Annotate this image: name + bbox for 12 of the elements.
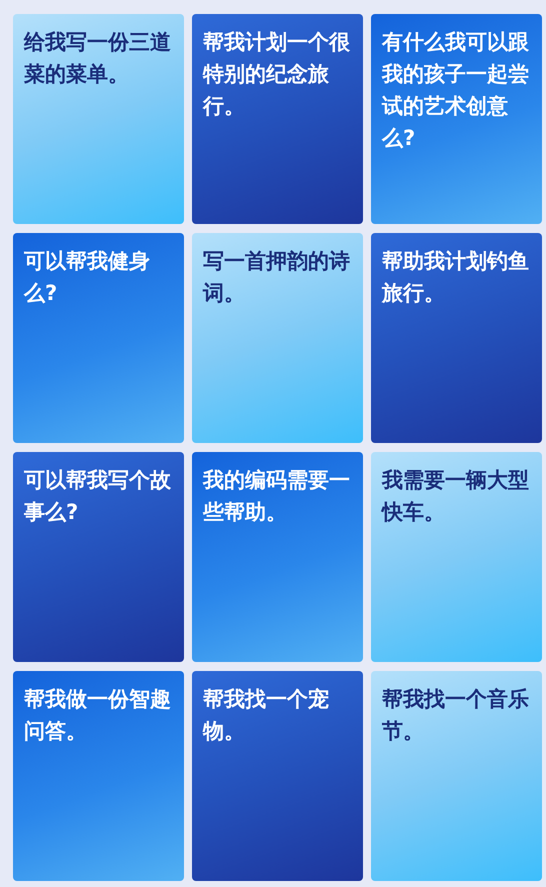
prompt-card[interactable]: 帮我找一个音乐节。 xyxy=(371,671,542,881)
prompt-card[interactable]: 可以帮我健身么? xyxy=(13,233,184,443)
prompt-card[interactable]: 帮我计划一个很特别的纪念旅行。 xyxy=(192,14,363,224)
prompt-card[interactable]: 有什么我可以跟我的孩子一起尝试的艺术创意么? xyxy=(371,14,542,224)
prompt-card[interactable]: 帮我找一个宠物。 xyxy=(192,671,363,881)
prompt-card[interactable]: 我的编码需要一些帮助。 xyxy=(192,452,363,662)
prompt-card[interactable]: 我需要一辆大型快车。 xyxy=(371,452,542,662)
prompt-card[interactable]: 写一首押韵的诗词。 xyxy=(192,233,363,443)
prompt-card[interactable]: 帮助我计划钓鱼旅行。 xyxy=(371,233,542,443)
prompt-card[interactable]: 可以帮我写个故事么? xyxy=(13,452,184,662)
prompt-card[interactable]: 帮我做一份智趣问答。 xyxy=(13,671,184,881)
prompt-card[interactable]: 给我写一份三道菜的菜单。 xyxy=(13,14,184,224)
